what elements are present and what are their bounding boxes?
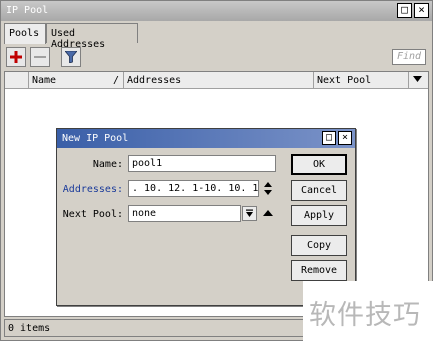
filter-button[interactable]	[61, 47, 81, 67]
name-label: Name:	[92, 159, 123, 170]
select-column[interactable]	[5, 72, 29, 88]
up-down-arrows-icon	[264, 182, 272, 195]
dialog-title: New IP Pool	[62, 133, 129, 144]
apply-button[interactable]: Apply	[291, 205, 347, 226]
add-button[interactable]	[6, 47, 26, 67]
tab-used-addresses[interactable]: Used Addresses	[46, 23, 138, 50]
dialog-titlebar[interactable]: New IP Pool □ ×	[57, 129, 355, 148]
minus-icon	[34, 56, 46, 58]
ip-pool-window: IP Pool □ × Pools Used Addresses Find Na…	[0, 0, 433, 342]
column-name-label: Name	[32, 75, 57, 86]
addresses-label: Addresses:	[62, 184, 123, 195]
addresses-field[interactable]: . 10. 12. 1-10. 10. 12. 230	[128, 180, 259, 197]
filter-icon	[64, 50, 78, 64]
remove-button[interactable]	[30, 47, 50, 67]
cancel-button[interactable]: Cancel	[291, 180, 347, 201]
next-pool-remove-button[interactable]	[262, 208, 274, 218]
next-pool-select[interactable]: none	[128, 205, 241, 222]
ok-button[interactable]: OK	[291, 154, 347, 175]
remove-button[interactable]: Remove	[291, 260, 347, 281]
window-titlebar[interactable]: IP Pool □ ×	[1, 1, 432, 21]
next-pool-label: Next Pool:	[62, 209, 123, 220]
window-close-button[interactable]: ×	[414, 3, 429, 18]
table-header: Name / Addresses Next Pool	[5, 72, 428, 89]
column-addresses[interactable]: Addresses	[124, 72, 314, 88]
find-input[interactable]: Find	[392, 49, 426, 65]
chevron-down-icon	[246, 209, 253, 217]
new-ip-pool-dialog: New IP Pool □ × Name: pool1 Addresses: .…	[56, 128, 356, 306]
watermark: 软件技巧	[303, 281, 433, 342]
window-restore-button[interactable]: □	[397, 3, 412, 18]
toolbar: Find	[3, 45, 430, 69]
window-title: IP Pool	[6, 5, 49, 16]
dialog-restore-button[interactable]: □	[322, 131, 336, 145]
addresses-order-button[interactable]	[263, 180, 273, 197]
column-menu-button[interactable]	[409, 72, 428, 88]
triangle-up-icon	[263, 210, 273, 216]
name-field[interactable]: pool1	[128, 155, 276, 172]
column-next-pool[interactable]: Next Pool	[314, 72, 409, 88]
sort-indicator: /	[112, 75, 119, 86]
copy-button[interactable]: Copy	[291, 235, 347, 256]
watermark-text: 软件技巧	[309, 300, 421, 331]
tab-pools[interactable]: Pools	[4, 23, 46, 44]
status-bar: 0 items	[4, 319, 304, 337]
column-name[interactable]: Name /	[29, 72, 124, 88]
plus-icon	[10, 51, 22, 63]
dialog-close-button[interactable]: ×	[338, 131, 352, 145]
chevron-down-icon	[413, 76, 422, 82]
next-pool-dropdown-button[interactable]	[242, 206, 257, 221]
